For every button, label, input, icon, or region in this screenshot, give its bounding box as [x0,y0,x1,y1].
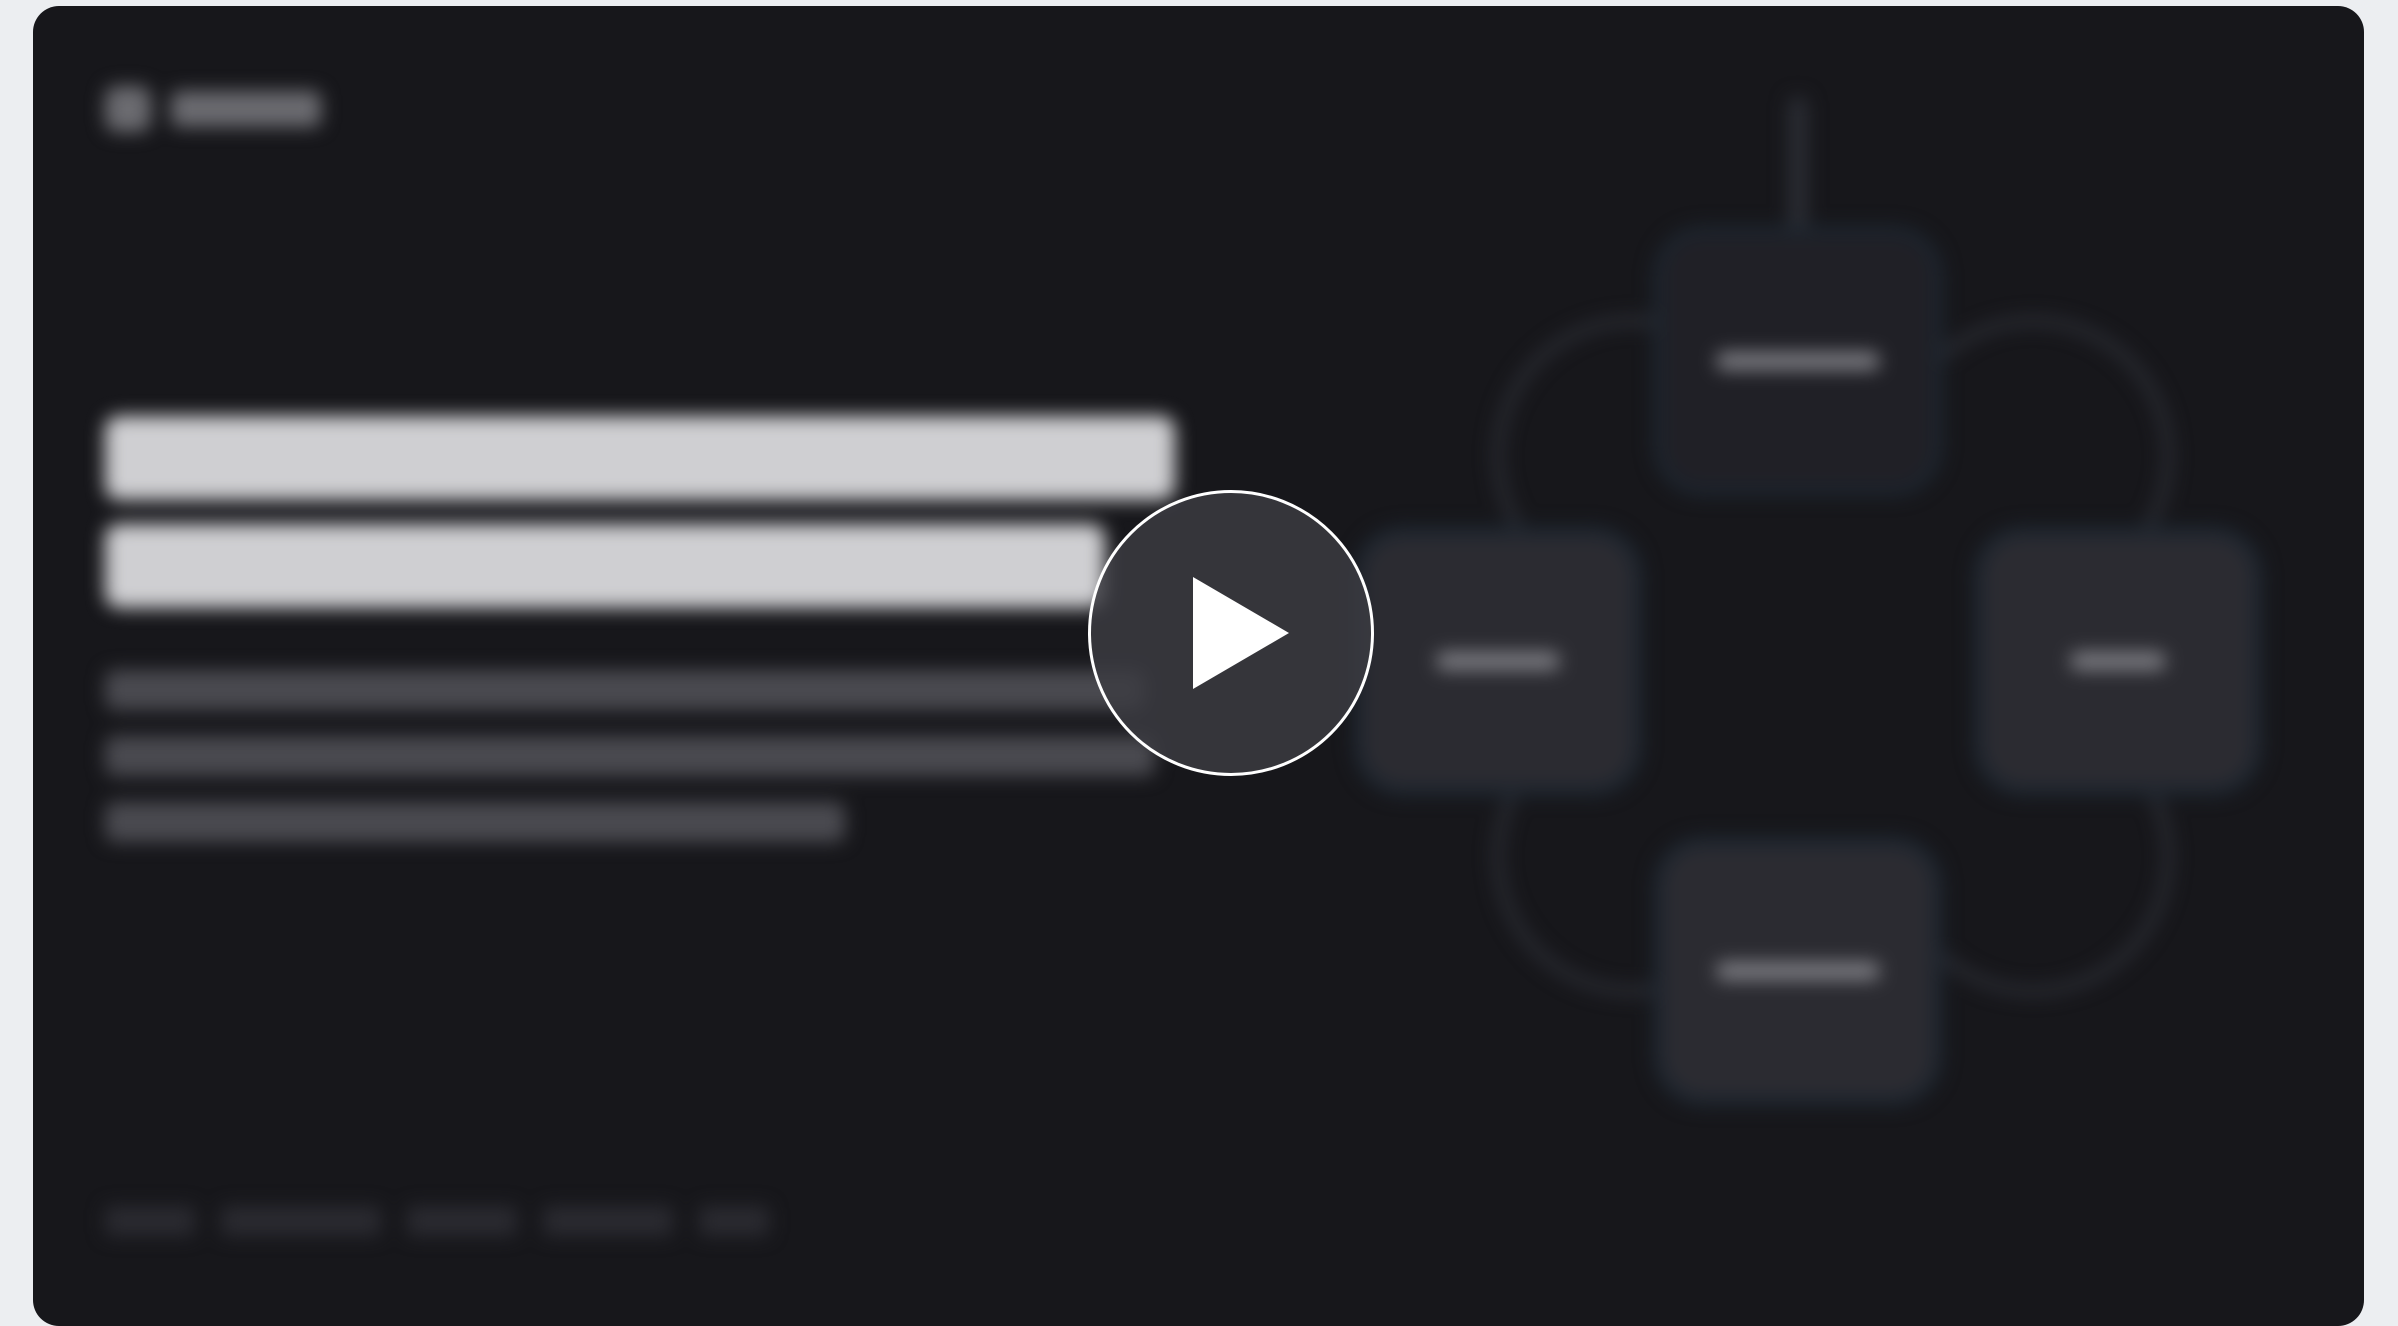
play-button[interactable] [1088,490,1374,776]
cycle-diagram [1333,76,2313,1156]
diagram-node-right [1983,536,2253,786]
logo-icon [105,86,151,132]
thumbnail-headline [105,416,1255,608]
footer-tag [221,1206,381,1236]
diagram-node-top [1663,236,1933,486]
diagram-connector [1788,96,1808,236]
video-player[interactable] [33,6,2364,1326]
play-icon [1193,577,1289,689]
footer-tag [105,1206,195,1236]
footer-tag [699,1206,769,1236]
brand-logo [105,86,321,132]
diagram-node-left [1363,536,1633,786]
footer-tag [543,1206,673,1236]
thumbnail-subheadline [105,670,1195,842]
footer-tag [407,1206,517,1236]
logo-text [171,91,321,127]
thumbnail-footer [105,1206,769,1236]
diagram-node-bottom [1663,846,1933,1096]
